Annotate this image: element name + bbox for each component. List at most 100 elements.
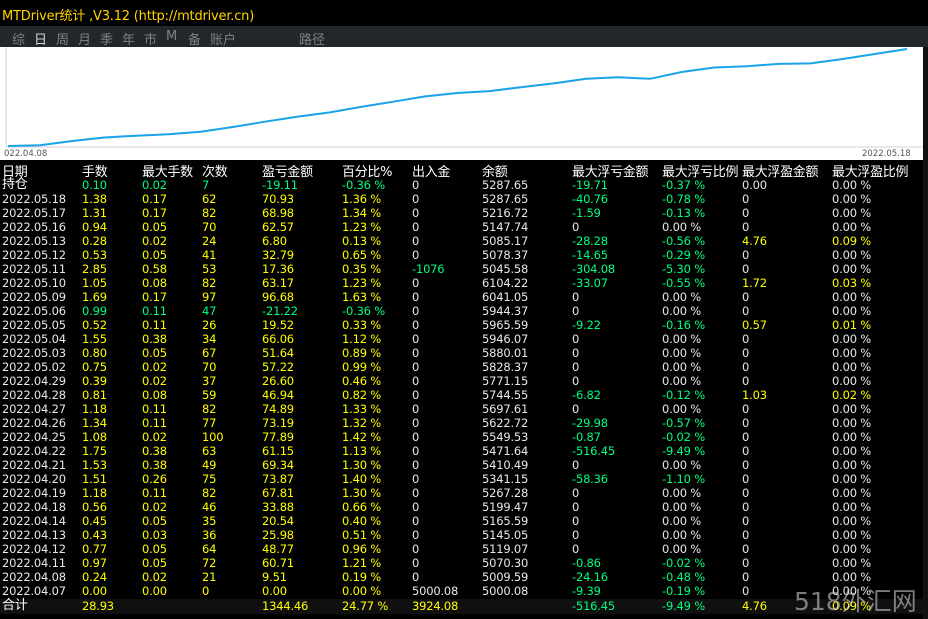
cell-10: 0 (742, 416, 750, 430)
tab-5[interactable]: 年 (122, 29, 135, 48)
tab-0[interactable]: 综 (12, 29, 25, 48)
cell-4: 69.34 (262, 458, 294, 472)
cell-6: 0 (412, 192, 420, 206)
cell-1: 1.18 (82, 402, 107, 416)
cell-1: 0.94 (82, 220, 107, 234)
cell-11: 0.03 % (832, 276, 871, 290)
tab-4[interactable]: 季 (100, 29, 113, 48)
cell-7: 5771.15 (482, 374, 529, 388)
cell-2: 0.03 (142, 528, 167, 542)
cell-8: -33.07 (572, 276, 608, 290)
table-row[interactable]: 2022.04.26 1.34 0.11 77 73.19 1.32 % 0 5622.72 -… (0, 416, 923, 430)
cell-10: 0 (742, 486, 750, 500)
table-row[interactable]: 2022.05.06 0.99 0.11 47 -21.22 -0.36 % 0 5944.3… (0, 304, 923, 318)
cell-3: 97 (202, 290, 217, 304)
cell-0: 2022.05.17 (2, 206, 66, 220)
table-row[interactable]: 2022.04.08 0.24 0.02 21 9.51 0.19 % 0 5009.59 -2… (0, 570, 923, 584)
cell-11: 0.00 % (832, 542, 871, 556)
table-row[interactable]: 2022.04.11 0.97 0.05 72 60.71 1.21 % 0 5070.30 -… (0, 556, 923, 570)
table-row[interactable]: 2022.05.18 1.38 0.17 62 70.93 1.36 % 0 5287.65 -… (0, 192, 923, 206)
tab-9[interactable]: 账户 (210, 29, 236, 48)
cell-6: 0 (412, 276, 420, 290)
scrollbar[interactable] (923, 47, 928, 619)
cell-5: 0.19 % (342, 570, 381, 584)
table-row[interactable]: 2022.04.21 1.53 0.38 49 69.34 1.30 % 0 5410.49 0… (0, 458, 923, 472)
cell-6: 0 (412, 556, 420, 570)
table-row[interactable]: 2022.05.05 0.52 0.11 26 19.52 0.33 % 0 5965.59 -… (0, 318, 923, 332)
cell-3: 77 (202, 416, 217, 430)
cell-3: 37 (202, 374, 217, 388)
cell-5: 1.63 % (342, 290, 381, 304)
cell-6: -1076 (412, 262, 445, 276)
table-row[interactable]: 2022.04.22 1.75 0.38 63 61.15 1.13 % 0 5471.64 -… (0, 444, 923, 458)
table-row[interactable]: 2022.05.09 1.69 0.17 97 96.68 1.63 % 0 6041.05 0… (0, 290, 923, 304)
cell-11: 0.01 % (832, 318, 871, 332)
table-row[interactable]: 2022.04.28 0.81 0.08 59 46.94 0.82 % 0 5744.55 -… (0, 388, 923, 402)
cell-3: 35 (202, 514, 217, 528)
table-row[interactable]: 2022.05.03 0.80 0.05 67 51.64 0.89 % 0 5880.01 0… (0, 346, 923, 360)
cell-1: 1.34 (82, 416, 107, 430)
cell-2: 0.02 (142, 374, 167, 388)
cell-4: 51.64 (262, 346, 294, 360)
cell-8: -1.59 (572, 206, 601, 220)
tab-8[interactable]: 备 (188, 29, 201, 48)
total-cell-4: 1344.46 (262, 599, 309, 613)
cell-2: 0.08 (142, 276, 167, 290)
cell-9: -0.37 % (662, 178, 705, 192)
cell-5: 1.32 % (342, 416, 381, 430)
table-row[interactable]: 2022.04.07 0.00 0.00 0 0.00 0.00 % 5000.08 5000… (0, 584, 923, 598)
table-row[interactable]: 2022.05.10 1.05 0.08 82 63.17 1.23 % 0 6104.22 -… (0, 276, 923, 290)
cell-8: 0 (572, 220, 580, 234)
cell-9: -1.10 % (662, 472, 705, 486)
tab-2[interactable]: 周 (56, 29, 69, 48)
table-row[interactable]: 2022.05.16 0.94 0.05 70 62.57 1.23 % 0 5147.74 0… (0, 220, 923, 234)
cell-6: 0 (412, 304, 420, 318)
cell-3: 41 (202, 248, 217, 262)
tab-7[interactable]: M (166, 29, 177, 44)
cell-5: 1.36 % (342, 192, 381, 206)
table-row[interactable]: 2022.04.27 1.18 0.11 82 74.89 1.33 % 0 5697.61 0… (0, 402, 923, 416)
cell-2: 0.02 (142, 500, 167, 514)
cell-3: 82 (202, 402, 217, 416)
cell-6: 0 (412, 430, 420, 444)
cell-7: 5622.72 (482, 416, 529, 430)
cell-1: 0.80 (82, 346, 107, 360)
cell-6: 0 (412, 514, 420, 528)
tab-3[interactable]: 月 (78, 29, 91, 48)
cell-2: 0.11 (142, 402, 167, 416)
cell-0: 持仓 (2, 177, 28, 192)
cell-3: 62 (202, 192, 217, 206)
table-row[interactable]: 2022.05.04 1.55 0.38 34 66.06 1.12 % 0 5946.07 0… (0, 332, 923, 346)
table-row[interactable]: 2022.04.14 0.45 0.05 35 20.54 0.40 % 0 5165.59 0… (0, 514, 923, 528)
cell-11: 0.00 % (832, 528, 871, 542)
tab-6[interactable]: 巿 (144, 29, 157, 48)
table-row[interactable]: 2022.05.11 2.85 0.58 53 17.36 0.35 % -1076 5045… (0, 262, 923, 276)
table-row[interactable]: 2022.05.02 0.75 0.02 70 57.22 0.99 % 0 5828.37 0… (0, 360, 923, 374)
table-row[interactable]: 2022.05.12 0.53 0.05 41 32.79 0.65 % 0 5078.37 -… (0, 248, 923, 262)
table-row[interactable]: 2022.04.20 1.51 0.26 75 73.87 1.40 % 0 5341.15 -… (0, 472, 923, 486)
cell-1: 1.55 (82, 332, 107, 346)
cell-2: 0.08 (142, 388, 167, 402)
cell-11: 0.00 % (832, 374, 871, 388)
table-row[interactable]: 2022.04.29 0.39 0.02 37 26.60 0.46 % 0 5771.15 0… (0, 374, 923, 388)
table-row[interactable]: 持仓 0.10 0.02 7 -19.11 -0.36 % 0 5287.65 -19.71 -0… (0, 177, 923, 193)
cell-6: 5000.08 (412, 584, 459, 598)
table-row[interactable]: 2022.04.18 0.56 0.02 46 33.88 0.66 % 0 5199.47 0… (0, 500, 923, 514)
cell-8: -9.22 (572, 318, 601, 332)
table-row[interactable]: 2022.04.25 1.08 0.02 100 77.89 1.42 % 0 5549.53… (0, 430, 923, 444)
tab-1[interactable]: 日 (34, 29, 47, 48)
cell-0: 2022.05.16 (2, 220, 66, 234)
cell-6: 0 (412, 220, 420, 234)
cell-5: 0.96 % (342, 542, 381, 556)
cell-11: 0.00 % (832, 220, 871, 234)
cell-1: 2.85 (82, 262, 107, 276)
table-row[interactable]: 2022.04.19 1.18 0.11 82 67.81 1.30 % 0 5267.28 0… (0, 486, 923, 500)
table-row[interactable]: 2022.05.13 0.28 0.02 24 6.80 0.13 % 0 5085.17 -2… (0, 234, 923, 248)
table-row[interactable]: 2022.04.13 0.43 0.03 36 25.98 0.51 % 0 5145.05 0… (0, 528, 923, 542)
cell-0: 2022.04.19 (2, 486, 66, 500)
cell-3: 82 (202, 206, 217, 220)
table-row[interactable]: 2022.04.12 0.77 0.05 64 48.77 0.96 % 0 5119.07 0… (0, 542, 923, 556)
tab-10[interactable]: 路径 (299, 29, 325, 48)
table-row[interactable]: 2022.05.17 1.31 0.17 82 68.98 1.34 % 0 5216.72 -… (0, 206, 923, 220)
window-title: MTDriver统计 ,V3.12 (http://mtdriver.cn) (2, 9, 255, 24)
